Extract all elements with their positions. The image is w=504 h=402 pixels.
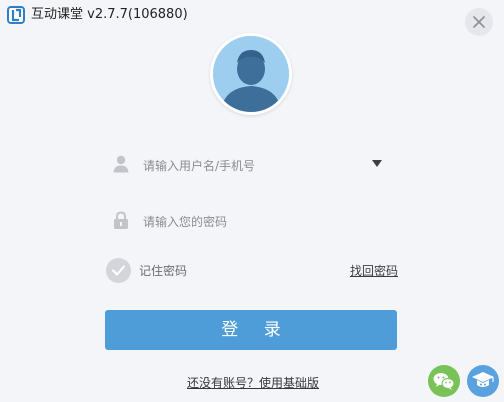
use-basic-version-link[interactable]: 还没有账号？使用基础版 <box>187 376 319 390</box>
graduation-cap-icon <box>472 372 494 387</box>
user-avatar-icon <box>213 36 289 112</box>
app-title: 互动课堂 v2.7.7(106880) <box>31 7 188 22</box>
user-icon <box>113 155 129 177</box>
login-button[interactable]: 登 录 <box>105 310 397 350</box>
check-icon <box>112 265 125 276</box>
remember-password-label[interactable]: 记住密码 <box>139 264 187 278</box>
app-logo-icon <box>7 6 25 24</box>
close-button[interactable] <box>465 8 493 36</box>
caret-down-icon[interactable] <box>372 160 382 167</box>
close-icon <box>473 16 485 28</box>
username-input[interactable]: 请输入用户名/手机号 <box>143 159 255 173</box>
find-password-link[interactable]: 找回密码 <box>350 264 398 278</box>
wechat-icon <box>433 373 455 390</box>
lock-icon <box>113 211 129 234</box>
password-input[interactable]: 请输入您的密码 <box>143 215 227 229</box>
education-login-button[interactable] <box>467 365 499 397</box>
wechat-login-button[interactable] <box>428 365 460 397</box>
remember-password-checkbox[interactable] <box>106 258 131 283</box>
login-window: 互动课堂 v2.7.7(106880) 请输入用户名/手机号 请输入您的密码 记… <box>0 0 504 402</box>
